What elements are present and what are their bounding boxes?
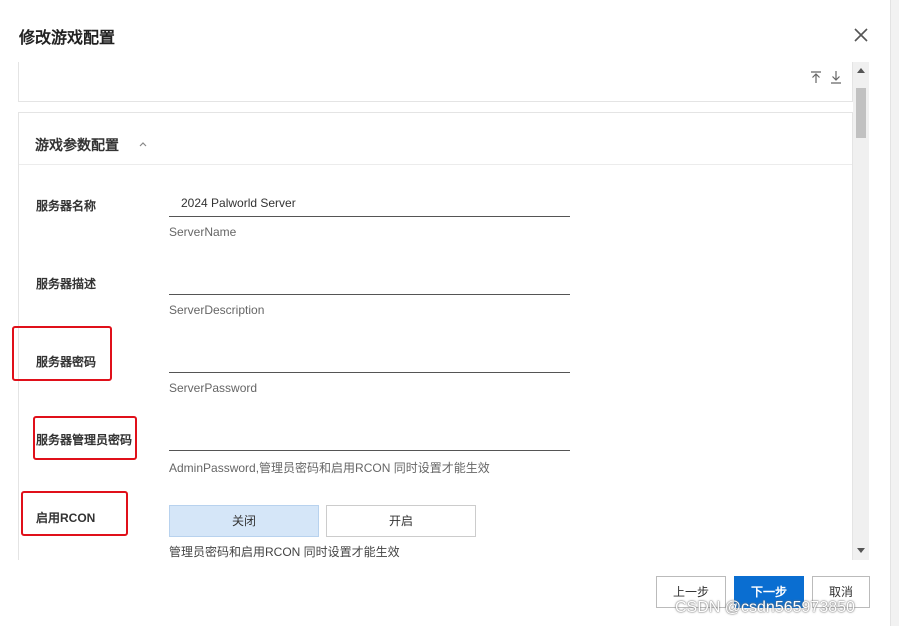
background-window-edge <box>890 0 899 626</box>
game-params-panel: 游戏参数配置 服务器名称 ServerName 服务器描述 ServerDesc… <box>18 112 853 560</box>
scrollbar[interactable] <box>853 62 869 560</box>
config-dialog: 修改游戏配置 游戏参数配置 服务器名称 ServerN <box>0 0 890 626</box>
admin-password-field[interactable] <box>169 423 570 451</box>
server-description-field[interactable] <box>169 267 570 295</box>
section-title: 游戏参数配置 <box>35 137 119 153</box>
server-description-label: 服务器描述 <box>36 277 97 291</box>
watermark: CSDN @csdn565973850 <box>675 599 855 616</box>
server-description-hint: ServerDescription <box>169 303 265 317</box>
previous-section-panel <box>18 62 853 102</box>
dialog-header: 修改游戏配置 <box>0 0 890 64</box>
scroll-down-icon[interactable] <box>857 548 865 553</box>
server-password-hint: ServerPassword <box>169 381 258 395</box>
move-to-top-icon[interactable] <box>809 70 823 84</box>
highlight-rcon <box>21 491 128 536</box>
highlight-admin-password <box>33 416 137 460</box>
download-icon[interactable] <box>829 70 843 84</box>
server-password-field[interactable] <box>169 345 570 373</box>
dialog-body: 游戏参数配置 服务器名称 ServerName 服务器描述 ServerDesc… <box>0 62 870 560</box>
close-icon[interactable] <box>850 24 872 46</box>
scrollbar-thumb[interactable] <box>856 88 866 138</box>
panel-header[interactable]: 游戏参数配置 <box>19 113 852 165</box>
scroll-up-icon[interactable] <box>857 68 865 73</box>
server-password-input[interactable] <box>169 345 570 372</box>
server-name-input[interactable] <box>169 189 570 216</box>
server-name-hint: ServerName <box>169 225 237 239</box>
rcon-hint: 管理员密码和启用RCON 同时设置才能生效 <box>169 545 400 559</box>
admin-password-hint: AdminPassword,管理员密码和启用RCON 同时设置才能生效 <box>169 461 490 475</box>
admin-password-input[interactable] <box>169 423 570 450</box>
chevron-up-icon[interactable] <box>137 137 149 149</box>
dialog-title: 修改游戏配置 <box>19 30 116 47</box>
server-description-input[interactable] <box>169 267 570 294</box>
server-name-label: 服务器名称 <box>36 199 97 213</box>
highlight-server-password <box>12 326 112 381</box>
rcon-on-button[interactable]: 开启 <box>326 505 476 537</box>
server-name-field[interactable] <box>169 189 570 217</box>
rcon-off-button[interactable]: 关闭 <box>169 505 319 537</box>
